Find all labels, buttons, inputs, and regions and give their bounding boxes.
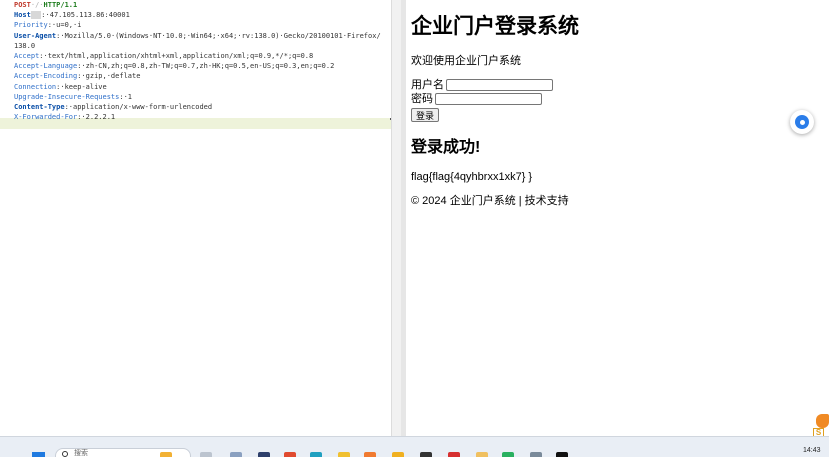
- request-line[interactable]: Priority:·u=0,·i: [14, 20, 392, 30]
- taskbar-app-icon[interactable]: [310, 452, 322, 457]
- flag-text: flag{flag{4qyhbrxx1xk7} }: [411, 171, 533, 183]
- raw-request-text[interactable]: POST·/·HTTP/1.1 Host :·47.105.113.86:4000…: [0, 0, 392, 122]
- taskbar-app-icon[interactable]: [284, 452, 296, 457]
- request-token: 138.0: [14, 41, 36, 50]
- request-token: :·u=0,·i: [47, 21, 82, 30]
- password-input[interactable]: [435, 93, 542, 105]
- taskbar-app-icon[interactable]: [160, 452, 172, 457]
- footer-text: © 2024 企业门户系统 | 技术支持: [411, 195, 569, 207]
- username-label: 用户名: [411, 78, 444, 91]
- request-token: Host: [14, 11, 31, 20]
- request-token: Accept-Language: [14, 62, 78, 71]
- pane-splitter[interactable]: [391, 0, 401, 436]
- request-token: Content-Type: [14, 102, 65, 111]
- request-token: HTTP/1.1: [43, 1, 78, 9]
- request-editor-pane[interactable]: POST·/·HTTP/1.1 Host :·47.105.113.86:4000…: [0, 0, 392, 436]
- request-line[interactable]: Upgrade-Insecure-Requests:·1: [14, 92, 392, 102]
- taskbar-app-icon[interactable]: [392, 452, 404, 457]
- request-line[interactable]: Content-Type:·application/x-www-form-url…: [14, 102, 392, 112]
- request-line[interactable]: Host :·47.105.113.86:40001: [14, 10, 392, 20]
- taskbar-app-icon[interactable]: [556, 452, 568, 457]
- request-line[interactable]: Accept:·text/html,application/xhtml+xml,…: [14, 51, 392, 61]
- username-row: 用户名: [411, 78, 829, 92]
- login-button[interactable]: 登录: [411, 108, 440, 122]
- request-token: Accept-Encoding: [14, 72, 78, 81]
- request-token: :·2.2.2.1: [77, 113, 116, 122]
- request-token: Priority: [14, 21, 48, 30]
- request-token: POST: [14, 1, 31, 9]
- request-token: :·zh-CN,zh;q=0.8,zh-TW;q=0.7,zh-HK;q=0.5…: [77, 62, 335, 71]
- page-title: 企业门户登录系统: [411, 15, 579, 38]
- request-token: Upgrade-Insecure-Requests: [14, 92, 120, 101]
- taskbar-app-icon[interactable]: [258, 452, 270, 457]
- taskbar-app-icon[interactable]: [502, 452, 514, 457]
- request-token: :·1: [119, 92, 133, 101]
- taskbar-app-icon[interactable]: [200, 452, 212, 457]
- request-token: :·text/html,application/xhtml+xml,applic…: [39, 51, 314, 60]
- request-line[interactable]: Connection:·keep-alive: [14, 82, 392, 92]
- request-token: :·47.105.113.86:40001: [41, 11, 130, 20]
- floating-assistant-button[interactable]: [790, 110, 814, 134]
- request-token: X-Forwarded-For: [14, 113, 78, 122]
- search-icon: [62, 451, 68, 457]
- welcome-text: 欢迎使用企业门户系统: [411, 55, 521, 67]
- request-line[interactable]: 138.0: [14, 41, 392, 51]
- windows-start-icon[interactable]: [32, 452, 45, 457]
- password-row: 密码: [411, 92, 829, 106]
- request-line[interactable]: X-Forwarded-For:·2.2.2.1: [14, 112, 392, 122]
- taskbar-app-icon[interactable]: [338, 452, 350, 457]
- taskbar-app-icon[interactable]: [364, 452, 376, 457]
- request-token: [30, 11, 42, 20]
- request-token: ·/·: [30, 1, 44, 9]
- response-render-pane: 企业门户登录系统 欢迎使用企业门户系统 用户名 密码 登录 登录成功! flag…: [406, 0, 829, 436]
- taskbar-app-icon[interactable]: [476, 452, 488, 457]
- taskbar-clock: 14:43: [803, 447, 821, 454]
- request-token: :·application/x-www-form-urlencoded: [64, 102, 213, 111]
- request-token: :·keep-alive: [56, 82, 107, 91]
- success-heading: 登录成功!: [411, 139, 481, 156]
- mascot-icon: [816, 414, 829, 428]
- password-label: 密码: [411, 92, 433, 105]
- request-token: :·Mozilla/5.0·(Windows·NT·10.0;·Win64;·x…: [56, 31, 381, 40]
- request-token: :·gzip,·deflate: [77, 72, 141, 81]
- taskbar-app-icon[interactable]: [448, 452, 460, 457]
- taskbar-app-icon[interactable]: [230, 452, 242, 457]
- request-token: Connection: [14, 82, 57, 91]
- request-line[interactable]: Accept-Encoding:·gzip,·deflate: [14, 71, 392, 81]
- floating-assistant-icon: [795, 115, 809, 129]
- request-token: Accept: [14, 51, 40, 60]
- request-line[interactable]: Accept-Language:·zh-CN,zh;q=0.8,zh-TW;q=…: [14, 61, 392, 71]
- request-line[interactable]: User-Agent:·Mozilla/5.0·(Windows·NT·10.0…: [14, 31, 392, 41]
- request-line[interactable]: POST·/·HTTP/1.1: [14, 0, 392, 10]
- taskbar-app-icon[interactable]: [530, 452, 542, 457]
- request-token: User-Agent: [14, 31, 57, 40]
- taskbar-app-icon[interactable]: [420, 452, 432, 457]
- username-input[interactable]: [446, 79, 553, 91]
